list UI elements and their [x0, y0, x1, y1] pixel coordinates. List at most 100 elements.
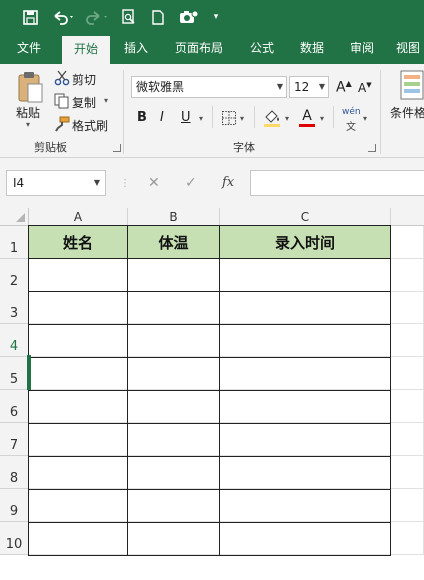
grid-cell[interactable]	[391, 259, 424, 292]
tab-file[interactable]: 文件	[6, 34, 52, 64]
table-cell[interactable]	[28, 357, 128, 391]
paste-icon[interactable]	[16, 70, 46, 104]
paste-dropdown-icon[interactable]: ▾	[26, 120, 30, 129]
table-cell[interactable]	[219, 456, 391, 490]
column-header-c[interactable]: C	[220, 208, 391, 226]
tab-page-layout[interactable]: 页面布局	[164, 34, 234, 64]
table-cell[interactable]	[127, 489, 220, 523]
table-cell[interactable]	[127, 423, 220, 457]
tab-insert[interactable]: 插入	[114, 34, 158, 64]
table-cell[interactable]	[219, 357, 391, 391]
row-header[interactable]: 5	[0, 357, 29, 390]
formula-input[interactable]	[250, 170, 424, 196]
paste-label[interactable]: 粘贴	[16, 104, 40, 121]
insert-function-button[interactable]: fx	[222, 175, 234, 193]
decrease-font-size-button[interactable]: A▼	[358, 81, 372, 95]
save-icon[interactable]	[20, 7, 40, 27]
more-icon[interactable]: ⋮	[120, 178, 130, 196]
column-header-a[interactable]: A	[29, 208, 128, 226]
name-box[interactable]: I4 ▼	[6, 170, 106, 196]
bold-button[interactable]: B	[137, 110, 147, 125]
new-file-icon[interactable]	[150, 7, 166, 27]
table-cell[interactable]	[219, 522, 391, 556]
table-cell[interactable]	[219, 423, 391, 457]
increase-font-size-button[interactable]: A▲	[336, 79, 352, 96]
tab-data[interactable]: 数据	[290, 34, 334, 64]
table-cell[interactable]	[219, 258, 391, 292]
font-size-combo[interactable]: 12 ▼	[289, 76, 329, 98]
copy-dropdown-icon[interactable]: ▾	[104, 96, 108, 105]
grid-cell[interactable]	[391, 390, 424, 423]
table-cell[interactable]	[127, 456, 220, 490]
font-launcher-icon[interactable]	[368, 144, 376, 152]
column-header-b[interactable]: B	[128, 208, 220, 226]
table-cell[interactable]	[219, 324, 391, 358]
print-preview-icon[interactable]	[120, 7, 138, 27]
italic-button[interactable]: I	[160, 110, 164, 125]
conditional-format-icon[interactable]	[400, 70, 424, 100]
fill-color-icon[interactable]	[263, 108, 281, 128]
copy-label[interactable]: 复制	[72, 94, 96, 111]
row-header[interactable]: 6	[0, 390, 29, 423]
table-cell[interactable]	[127, 291, 220, 325]
chevron-down-icon[interactable]: ▼	[277, 77, 283, 97]
row-header[interactable]: 7	[0, 423, 29, 456]
border-icon[interactable]	[221, 110, 237, 126]
tab-review[interactable]: 审阅	[340, 34, 384, 64]
cut-label[interactable]: 剪切	[72, 71, 96, 88]
chevron-down-icon[interactable]: ▼	[319, 77, 325, 97]
format-painter-label[interactable]: 格式刷	[72, 117, 108, 134]
clipboard-launcher-icon[interactable]	[113, 144, 121, 152]
tab-home[interactable]: 开始	[62, 34, 110, 64]
row-header[interactable]: 10	[0, 522, 29, 555]
enter-icon[interactable]: ✓	[185, 175, 197, 193]
grid-cell[interactable]	[391, 522, 424, 555]
chevron-down-icon[interactable]: ▼	[94, 171, 100, 195]
row-header[interactable]: 1	[0, 226, 29, 259]
chevron-down-icon[interactable]: ▾	[285, 114, 289, 123]
table-cell[interactable]	[127, 522, 220, 556]
tab-view[interactable]: 视图	[392, 34, 424, 64]
worksheet-grid[interactable]: A B C 1 2 3 4 5 6 7 8 9 10 姓名 体温 录入时间	[0, 208, 424, 580]
row-header[interactable]: 8	[0, 456, 29, 489]
camera-icon[interactable]	[178, 7, 200, 27]
table-cell[interactable]	[28, 291, 128, 325]
redo-icon[interactable]	[84, 7, 110, 27]
chevron-down-icon[interactable]: ▾	[240, 114, 244, 123]
copy-icon[interactable]	[54, 93, 70, 109]
cancel-icon[interactable]: ✕	[148, 175, 160, 193]
grid-cell[interactable]	[391, 489, 424, 522]
phonetic-label[interactable]: wén	[342, 107, 361, 117]
chevron-down-icon[interactable]: ▾	[320, 114, 324, 123]
table-cell[interactable]	[219, 390, 391, 424]
grid-cell[interactable]	[391, 456, 424, 489]
undo-icon[interactable]	[50, 7, 76, 27]
table-cell[interactable]	[28, 258, 128, 292]
chevron-down-icon[interactable]: ▾	[199, 114, 203, 123]
column-header-d[interactable]	[391, 208, 424, 226]
row-header[interactable]: 3	[0, 291, 29, 324]
select-all-button[interactable]	[0, 208, 29, 226]
row-header[interactable]: 2	[0, 259, 29, 292]
table-cell[interactable]	[127, 258, 220, 292]
table-cell[interactable]	[28, 390, 128, 424]
table-cell[interactable]	[127, 357, 220, 391]
phonetic-icon[interactable]: 文	[346, 118, 356, 133]
row-header[interactable]: 4	[0, 324, 29, 357]
table-cell[interactable]	[127, 390, 220, 424]
table-cell[interactable]	[219, 291, 391, 325]
table-cell[interactable]	[28, 489, 128, 523]
grid-cell[interactable]	[391, 324, 424, 357]
underline-button[interactable]: U	[181, 110, 191, 125]
table-cell[interactable]	[28, 423, 128, 457]
grid-cell[interactable]	[391, 291, 424, 324]
format-painter-icon[interactable]	[54, 116, 70, 132]
font-color-icon[interactable]: A	[298, 108, 316, 128]
table-cell[interactable]	[28, 324, 128, 358]
grid-cell[interactable]	[391, 423, 424, 456]
font-name-combo[interactable]: 微软雅黑 ▼	[131, 76, 287, 98]
table-cell[interactable]	[28, 456, 128, 490]
row-header[interactable]: 9	[0, 489, 29, 522]
table-cell[interactable]	[127, 324, 220, 358]
header-entry-time-cell[interactable]: 录入时间	[219, 225, 391, 259]
